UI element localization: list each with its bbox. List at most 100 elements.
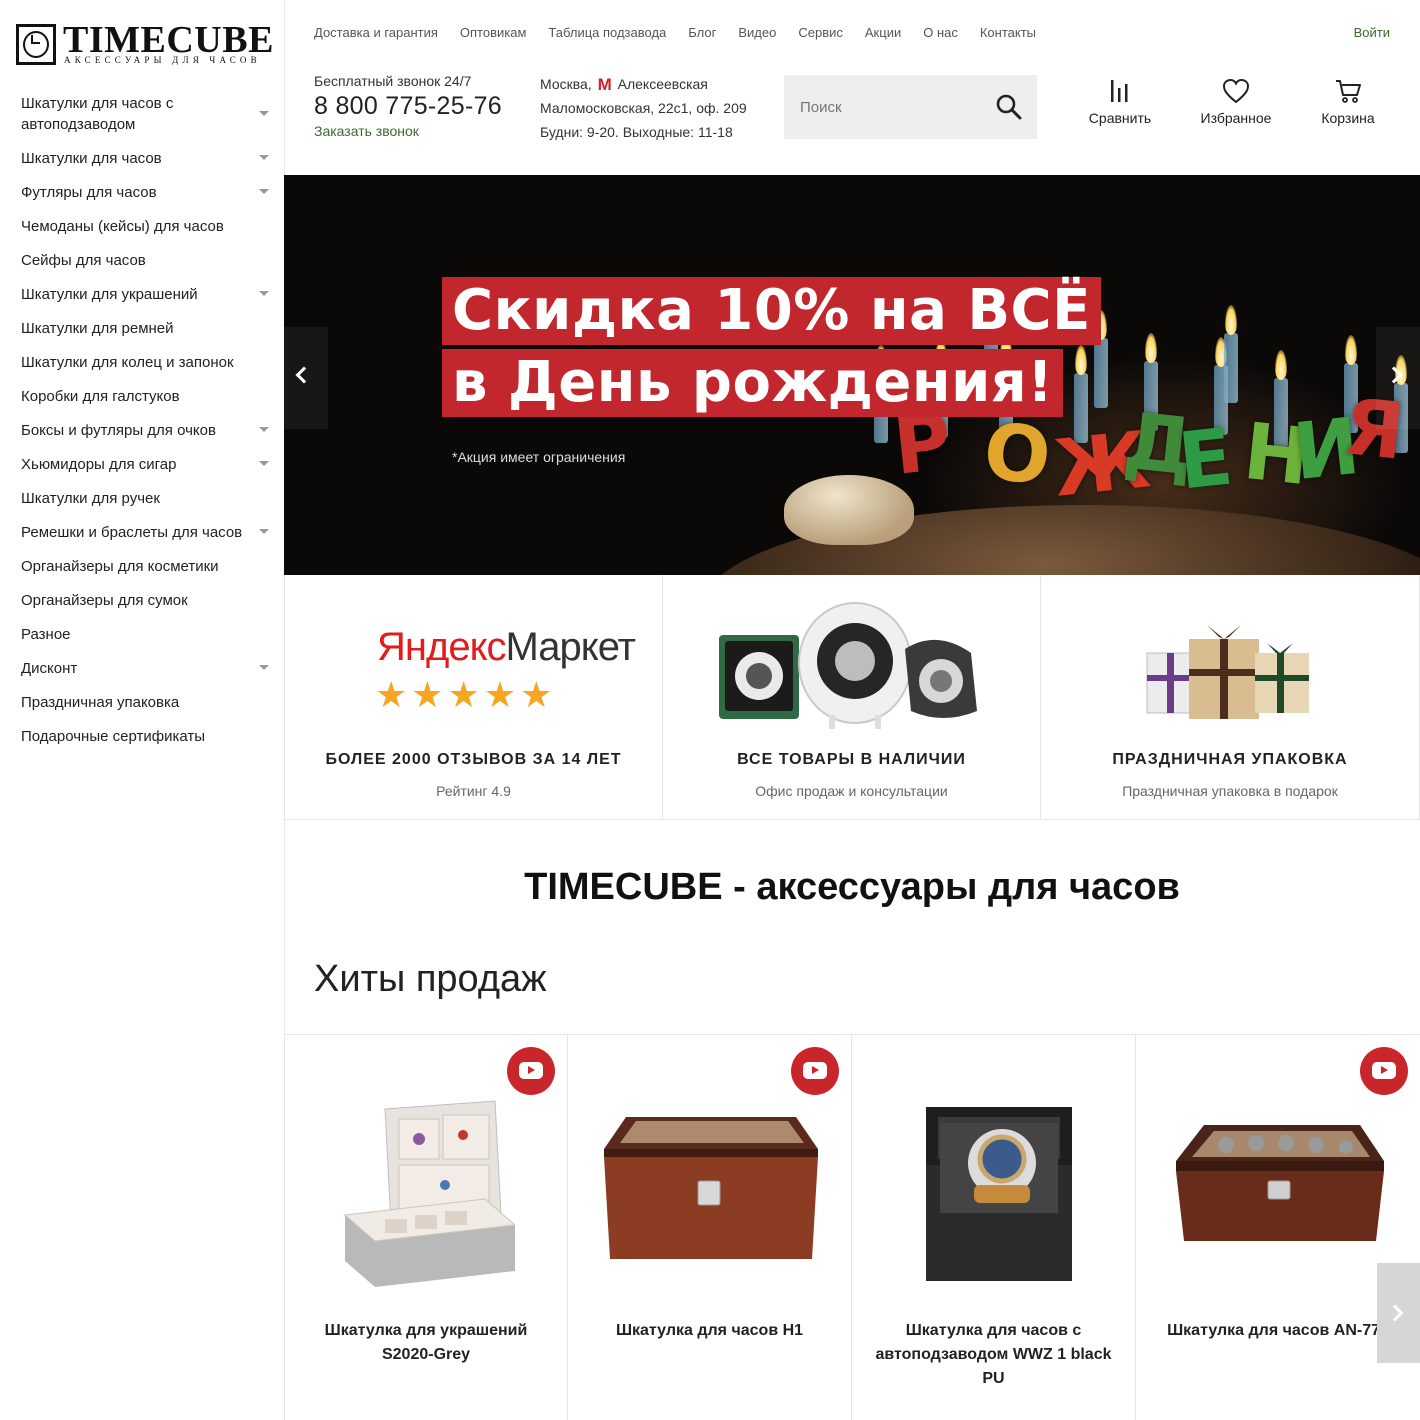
phone-number[interactable]: 8 800 775-25-76: [314, 90, 502, 122]
main-heading: TIMECUBE - аксессуары для часов: [524, 866, 1180, 908]
sidebar-category-item[interactable]: Шкатулки для ремней: [0, 311, 285, 345]
sidebar-category-label: Шкатулки для часов с автоподзаводом: [21, 94, 174, 133]
sidebar-category-item[interactable]: Шкатулки для ручек: [0, 481, 285, 515]
sidebar-category-label: Органайзеры для косметики: [21, 557, 219, 575]
sidebar-category-label: Боксы и футляры для очков: [21, 421, 216, 439]
sidebar-category-item[interactable]: Сейфы для часов: [0, 243, 285, 277]
top-nav-link[interactable]: Блог: [688, 24, 716, 44]
top-nav-link[interactable]: Сервис: [798, 24, 843, 44]
product-card[interactable]: Шкатулка для часов H1: [568, 1035, 852, 1420]
compare-label: Сравнить: [1088, 110, 1152, 126]
gift-boxes-image: [1146, 625, 1309, 719]
chevron-left-icon: [295, 366, 313, 384]
sidebar-category-item[interactable]: Дисконт: [0, 651, 285, 685]
sidebar-category-label: Ремешки и браслеты для часов: [21, 523, 243, 541]
rating-stars-icon: ★★★★★: [375, 674, 557, 715]
sidebar-category-label: Праздничная упаковка: [21, 693, 180, 711]
cart-label: Корзина: [1321, 110, 1375, 126]
sidebar-category-label: Дисконт: [21, 659, 78, 677]
bestsellers-heading: Хиты продаж: [314, 958, 547, 1000]
promo-banner[interactable]: РОЖДЕНИЯ Скидка 10% на ВСЁ в День рожден…: [284, 175, 1420, 575]
banner-line-1: Скидка 10% на ВСЁ: [442, 277, 1101, 345]
watch-box-an770-image: [1176, 1125, 1384, 1241]
chevron-right-icon: [1386, 1304, 1404, 1322]
chevron-down-icon[interactable]: [259, 529, 269, 534]
site-logo[interactable]: TIMECUBE АКСЕССУАРЫ ДЛЯ ЧАСОВ: [16, 20, 273, 66]
sidebar-category-item[interactable]: Шкатулки для украшений: [0, 277, 285, 311]
product-name[interactable]: Шкатулка для украшений S2020-Grey: [305, 1319, 547, 1367]
sidebar-category-item[interactable]: Боксы и футляры для очков: [0, 413, 285, 447]
sidebar-category-item[interactable]: Шкатулки для часов: [0, 141, 285, 175]
product-name[interactable]: Шкатулка для часов с автоподзаводом WWZ …: [872, 1319, 1115, 1391]
sidebar-category-label: Шкатулки для ручек: [21, 489, 160, 507]
working-hours: Будни: 9-20. Выходные: 11-18: [540, 124, 733, 140]
sidebar-category-label: Шкатулки для часов: [21, 149, 162, 167]
chevron-down-icon[interactable]: [259, 665, 269, 670]
feature-title: ВСЕ ТОВАРЫ В НАЛИЧИИ: [737, 751, 966, 768]
search-input[interactable]: [784, 75, 984, 139]
feature-stock: ВСЕ ТОВАРЫ В НАЛИЧИИ Офис продаж и консу…: [663, 575, 1041, 820]
sidebar-category-item[interactable]: Органайзеры для косметики: [0, 549, 285, 583]
banner-next-button[interactable]: [1376, 327, 1420, 429]
sidebar-category-label: Шкатулки для колец и запонок: [21, 353, 234, 371]
feature-subtitle: Праздничная упаковка в подарок: [1122, 783, 1338, 799]
callback-link[interactable]: Заказать звонок: [314, 122, 502, 140]
top-nav-link[interactable]: Акции: [865, 24, 901, 44]
sidebar-category-item[interactable]: Подарочные сертификаты: [0, 719, 285, 753]
top-nav-link[interactable]: О нас: [923, 24, 958, 44]
sidebar-category-item[interactable]: Шкатулки для часов с автоподзаводом: [0, 86, 285, 141]
search-button[interactable]: [995, 93, 1023, 121]
product-card[interactable]: Шкатулка для украшений S2020-Grey: [284, 1035, 568, 1420]
login-link[interactable]: Войти: [1354, 24, 1390, 42]
sidebar-category-item[interactable]: Разное: [0, 617, 285, 651]
chevron-down-icon[interactable]: [259, 110, 269, 116]
watch-winder-wwz1-image: [926, 1107, 1072, 1281]
feature-gift-wrap: ПРАЗДНИЧНАЯ УПАКОВКА Праздничная упаковк…: [1041, 575, 1420, 820]
top-nav-link[interactable]: Видео: [738, 24, 776, 44]
sidebar-category-item[interactable]: Праздничная упаковка: [0, 685, 285, 719]
chevron-down-icon[interactable]: [259, 291, 269, 296]
youtube-video-icon[interactable]: [507, 1047, 555, 1095]
compare-icon: [1111, 80, 1128, 102]
street-address: Маломосковская, 22с1, оф. 209: [540, 100, 747, 116]
top-nav-link[interactable]: Доставка и гарантия: [314, 24, 438, 44]
product-card[interactable]: Шкатулка для часов с автоподзаводом WWZ …: [852, 1035, 1136, 1420]
chevron-down-icon[interactable]: [259, 427, 269, 432]
chevron-down-icon[interactable]: [259, 189, 269, 194]
sidebar-category-item[interactable]: Хьюмидоры для сигар: [0, 447, 285, 481]
feature-subtitle: Офис продаж и консультации: [755, 783, 948, 799]
favorites-label: Избранное: [1200, 110, 1272, 126]
youtube-video-icon[interactable]: [1360, 1047, 1408, 1095]
sidebar-category-item[interactable]: Футляры для часов: [0, 175, 285, 209]
candle-letter: О: [979, 406, 1055, 504]
chevron-down-icon[interactable]: [259, 461, 269, 466]
top-nav-link[interactable]: Таблица подзавода: [548, 24, 666, 44]
compare-button[interactable]: Сравнить: [1088, 78, 1152, 126]
banner-line-2: в День рождения!: [442, 349, 1064, 417]
carousel-next-button[interactable]: [1377, 1263, 1420, 1363]
sidebar-category-item[interactable]: Органайзеры для сумок: [0, 583, 285, 617]
metro-icon: М: [597, 75, 612, 94]
youtube-video-icon[interactable]: [791, 1047, 839, 1095]
chevron-down-icon[interactable]: [259, 155, 269, 160]
banner-prev-button[interactable]: [284, 327, 328, 429]
banner-note: *Акция имеет ограничения: [452, 449, 626, 465]
phone-block: Бесплатный звонок 24/7 8 800 775-25-76 З…: [314, 72, 502, 140]
top-nav-link[interactable]: Оптовикам: [460, 24, 527, 44]
candle-letter: Е: [1174, 412, 1237, 508]
sidebar-category-item[interactable]: Шкатулки для колец и запонок: [0, 345, 285, 379]
product-name[interactable]: Шкатулка для часов H1: [588, 1319, 831, 1343]
feature-reviews: ЯндексМаркет ★★★★★ БОЛЕЕ 2000 ОТЗЫВОВ ЗА…: [284, 575, 663, 820]
product-name[interactable]: Шкатулка для часов AN-770: [1156, 1319, 1400, 1343]
sidebar-category-item[interactable]: Коробки для галстуков: [0, 379, 285, 413]
sidebar-category-label: Коробки для галстуков: [21, 387, 180, 405]
sidebar-category-label: Хьюмидоры для сигар: [21, 455, 177, 473]
favorites-button[interactable]: Избранное: [1199, 78, 1273, 126]
clock-logo-icon: [16, 24, 56, 65]
heart-icon: [1222, 78, 1250, 104]
cart-button[interactable]: Корзина: [1318, 78, 1378, 126]
sidebar-category-item[interactable]: Чемоданы (кейсы) для часов: [0, 209, 285, 243]
search-bar: [784, 75, 1037, 139]
sidebar-category-item[interactable]: Ремешки и браслеты для часов: [0, 515, 285, 549]
top-nav-link[interactable]: Контакты: [980, 24, 1036, 44]
